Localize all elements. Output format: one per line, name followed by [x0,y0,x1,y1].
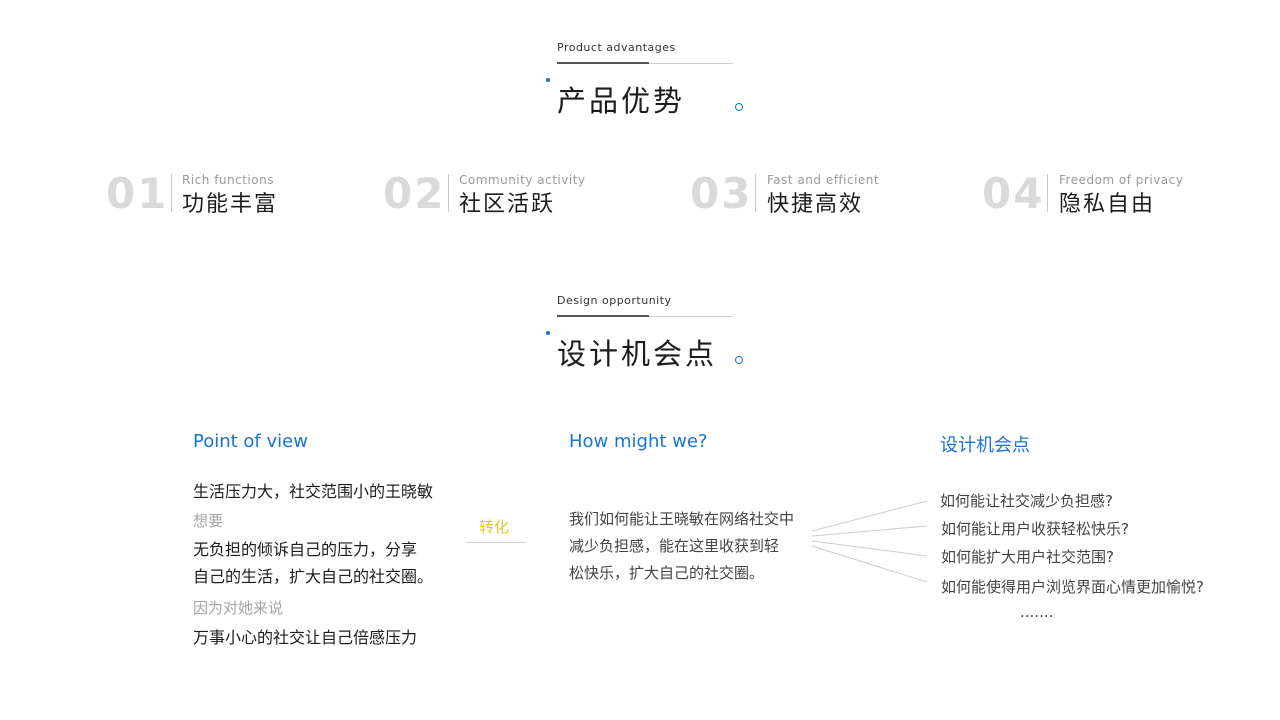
connector-line-2 [811,525,928,537]
opportunity-question-1: 如何能让社交减少负担感? [940,492,1113,510]
opportunity-question-2: 如何能让用户收获轻松快乐? [941,520,1129,538]
connector-line-3 [811,540,928,557]
opportunity-question-4: 如何能使得用户浏览界面心情更加愉悦? [941,578,1204,596]
opportunity-ellipsis: ....... [1020,603,1054,621]
opportunity-question-3: 如何能扩大用户社交范围? [941,548,1114,566]
connector-lines [811,500,928,583]
opportunity-title: 设计机会点 [940,435,1030,456]
connector-line-4 [811,545,928,583]
connector-line-1 [811,500,928,532]
